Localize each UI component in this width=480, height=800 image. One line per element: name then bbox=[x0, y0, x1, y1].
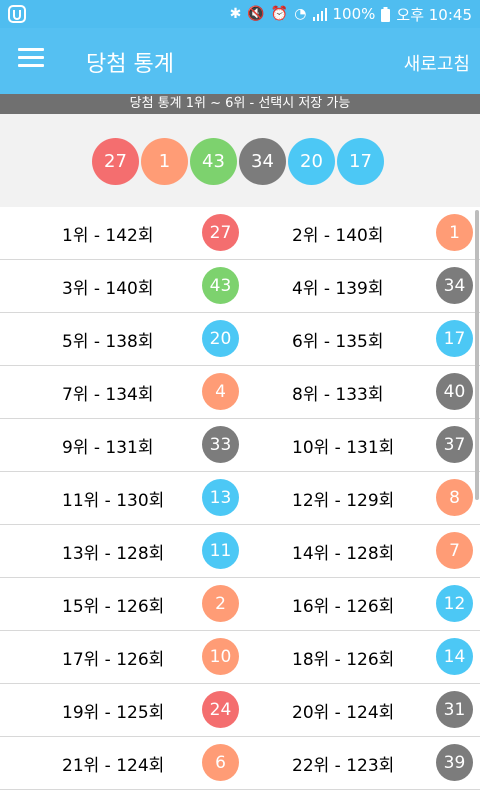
top-number-ball[interactable]: 43 bbox=[190, 138, 237, 185]
rank-label: 19위 - 125회 bbox=[62, 703, 165, 723]
ranking-list: 1위 - 142회 27 2위 - 140회 1 3위 - 140회 43 4위 - 139… bbox=[0, 207, 480, 790]
menu-icon[interactable] bbox=[18, 48, 44, 70]
rank-label: 22위 - 123회 bbox=[292, 756, 395, 776]
number-ball[interactable]: 13 bbox=[202, 479, 239, 516]
bluetooth-icon: ✱ bbox=[229, 6, 242, 22]
table-row: 3위 - 140회 43 4위 - 139회 34 bbox=[0, 260, 480, 313]
rank-label: 9위 - 131회 bbox=[62, 438, 154, 458]
number-ball[interactable]: 8 bbox=[436, 479, 473, 516]
app-bar: 당첨 통계 새로고침 bbox=[0, 28, 480, 94]
number-ball[interactable]: 17 bbox=[436, 320, 473, 357]
number-ball[interactable]: 20 bbox=[202, 320, 239, 357]
number-ball[interactable]: 37 bbox=[436, 426, 473, 463]
signal-icon bbox=[312, 8, 327, 21]
page-title: 당첨 통계 bbox=[86, 52, 174, 77]
rank-label: 4위 - 139회 bbox=[292, 279, 384, 299]
status-bar: ✱ 🔇 ⏰ ◔ 100% 오후 10:45 bbox=[0, 0, 480, 28]
top-number-ball[interactable]: 17 bbox=[337, 138, 384, 185]
top-numbers: 27 1 43 34 20 17 bbox=[92, 138, 384, 186]
number-ball[interactable]: 39 bbox=[436, 744, 473, 781]
rank-label: 3위 - 140회 bbox=[62, 279, 154, 299]
scrollbar[interactable] bbox=[475, 210, 479, 500]
status-time: 오후 10:45 bbox=[396, 5, 472, 24]
table-row: 17위 - 126회 10 18위 - 126회 14 bbox=[0, 631, 480, 684]
rank-label: 10위 - 131회 bbox=[292, 438, 395, 458]
rank-label: 16위 - 126회 bbox=[292, 597, 395, 617]
mute-icon: 🔇 bbox=[247, 6, 265, 22]
number-ball[interactable]: 2 bbox=[202, 585, 239, 622]
rank-label: 15위 - 126회 bbox=[62, 597, 165, 617]
rank-label: 5위 - 138회 bbox=[62, 332, 154, 352]
rank-label: 18위 - 126회 bbox=[292, 650, 395, 670]
rank-label: 20위 - 124회 bbox=[292, 703, 395, 723]
number-ball[interactable]: 4 bbox=[202, 373, 239, 410]
rank-label: 8위 - 133회 bbox=[292, 385, 384, 405]
rank-label: 12위 - 129회 bbox=[292, 491, 395, 511]
rank-label: 11위 - 130회 bbox=[62, 491, 165, 511]
table-row: 7위 - 134회 4 8위 - 133회 40 bbox=[0, 366, 480, 419]
top-numbers-panel: 27 1 43 34 20 17 bbox=[0, 114, 480, 207]
number-ball[interactable]: 34 bbox=[436, 267, 473, 304]
rank-label: 1위 - 142회 bbox=[62, 226, 154, 246]
number-ball[interactable]: 40 bbox=[436, 373, 473, 410]
table-row: 21위 - 124회 6 22위 - 123회 39 bbox=[0, 737, 480, 790]
number-ball[interactable]: 14 bbox=[436, 638, 473, 675]
number-ball[interactable]: 10 bbox=[202, 638, 239, 675]
number-ball[interactable]: 11 bbox=[202, 532, 239, 569]
rank-label: 2위 - 140회 bbox=[292, 226, 384, 246]
table-row: 11위 - 130회 13 12위 - 129회 8 bbox=[0, 472, 480, 525]
number-ball[interactable]: 43 bbox=[202, 267, 239, 304]
top-number-ball[interactable]: 27 bbox=[92, 138, 139, 185]
number-ball[interactable]: 6 bbox=[202, 744, 239, 781]
app-notify-icon bbox=[8, 5, 26, 23]
rank-label: 17위 - 126회 bbox=[62, 650, 165, 670]
alarm-icon: ⏰ bbox=[270, 6, 289, 22]
wifi-icon: ◔ bbox=[294, 6, 307, 22]
top-number-ball[interactable]: 34 bbox=[239, 138, 286, 185]
refresh-button[interactable]: 새로고침 bbox=[404, 50, 470, 76]
number-ball[interactable]: 24 bbox=[202, 691, 239, 728]
top-number-ball[interactable]: 1 bbox=[141, 138, 188, 185]
table-row: 9위 - 131회 33 10위 - 131회 37 bbox=[0, 419, 480, 472]
battery-percent: 100% bbox=[332, 5, 376, 23]
table-row: 1위 - 142회 27 2위 - 140회 1 bbox=[0, 207, 480, 260]
number-ball[interactable]: 31 bbox=[436, 691, 473, 728]
table-row: 19위 - 125회 24 20위 - 124회 31 bbox=[0, 684, 480, 737]
number-ball[interactable]: 12 bbox=[436, 585, 473, 622]
number-ball[interactable]: 27 bbox=[202, 214, 239, 251]
table-row: 5위 - 138회 20 6위 - 135회 17 bbox=[0, 313, 480, 366]
table-row: 13위 - 128회 11 14위 - 128회 7 bbox=[0, 525, 480, 578]
rank-label: 14위 - 128회 bbox=[292, 544, 395, 564]
number-ball[interactable]: 7 bbox=[436, 532, 473, 569]
status-icons: ✱ 🔇 ⏰ ◔ 100% 오후 10:45 bbox=[230, 0, 472, 28]
table-row: 15위 - 126회 2 16위 - 126회 12 bbox=[0, 578, 480, 631]
number-ball[interactable]: 1 bbox=[436, 214, 473, 251]
rank-label: 13위 - 128회 bbox=[62, 544, 165, 564]
top-number-ball[interactable]: 20 bbox=[288, 138, 335, 185]
battery-icon bbox=[381, 6, 391, 22]
rank-label: 6위 - 135회 bbox=[292, 332, 384, 352]
info-banner: 당첨 통계 1위 ~ 6위 - 선택시 저장 가능 bbox=[0, 94, 480, 114]
rank-label: 7위 - 134회 bbox=[62, 385, 154, 405]
rank-label: 21위 - 124회 bbox=[62, 756, 165, 776]
number-ball[interactable]: 33 bbox=[202, 426, 239, 463]
